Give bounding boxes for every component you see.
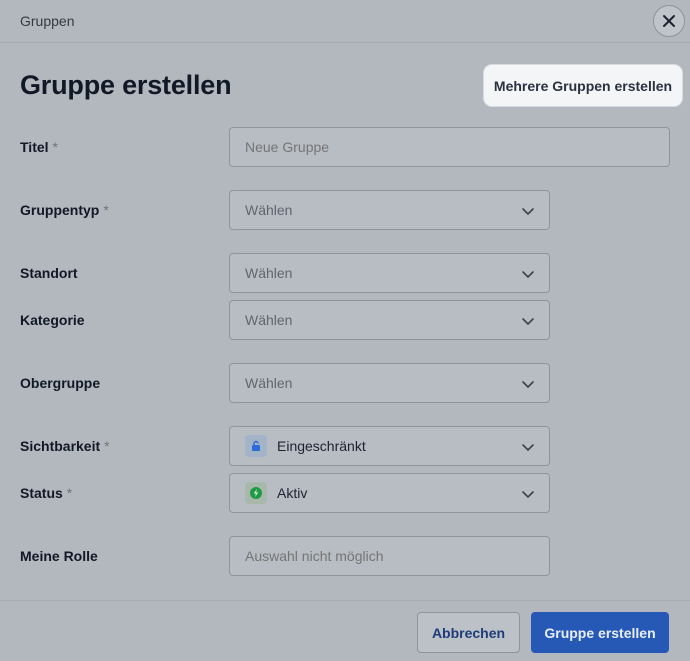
obergruppe-select-value: Wählen bbox=[245, 375, 293, 391]
gruppentyp-label-text: Gruppentyp bbox=[20, 202, 100, 218]
bolt-icon bbox=[245, 482, 267, 504]
status-select-value: Aktiv bbox=[277, 485, 308, 501]
chevron-down-icon bbox=[522, 318, 534, 326]
sichtbarkeit-select-value: Eingeschränkt bbox=[277, 438, 366, 454]
required-marker: * bbox=[103, 202, 109, 218]
create-multiple-groups-button[interactable]: Mehrere Gruppen erstellen bbox=[484, 65, 682, 106]
page-title: Gruppe erstellen bbox=[20, 70, 232, 100]
kategorie-select-value: Wählen bbox=[245, 312, 293, 328]
chevron-down-icon bbox=[522, 491, 534, 499]
status-select[interactable]: Aktiv bbox=[229, 473, 550, 513]
lock-icon bbox=[245, 435, 267, 457]
standort-select[interactable]: Wählen bbox=[229, 253, 550, 293]
sichtbarkeit-select[interactable]: Eingeschränkt bbox=[229, 426, 550, 466]
cancel-button[interactable]: Abbrechen bbox=[417, 612, 520, 653]
gruppentyp-select-value: Wählen bbox=[245, 202, 293, 218]
create-group-button[interactable]: Gruppe erstellen bbox=[531, 612, 669, 653]
kategorie-label: Kategorie bbox=[20, 312, 85, 328]
kategorie-select[interactable]: Wählen bbox=[229, 300, 550, 340]
close-icon bbox=[663, 15, 675, 27]
required-marker: * bbox=[104, 438, 110, 454]
chevron-down-icon bbox=[522, 271, 534, 279]
modal-header: Gruppen bbox=[0, 0, 690, 43]
standort-select-value: Wählen bbox=[245, 265, 293, 281]
modal-header-title: Gruppen bbox=[20, 13, 75, 29]
titel-label: Titel * bbox=[20, 139, 58, 155]
titel-label-text: Titel bbox=[20, 139, 49, 155]
sichtbarkeit-label: Sichtbarkeit * bbox=[20, 438, 110, 454]
required-marker: * bbox=[52, 139, 58, 155]
gruppentyp-select[interactable]: Wählen bbox=[229, 190, 550, 230]
chevron-down-icon bbox=[522, 381, 534, 389]
sichtbarkeit-label-text: Sichtbarkeit bbox=[20, 438, 101, 454]
status-label-text: Status bbox=[20, 485, 63, 501]
obergruppe-label: Obergruppe bbox=[20, 375, 101, 391]
chevron-down-icon bbox=[522, 208, 534, 216]
meine-rolle-label: Meine Rolle bbox=[20, 548, 98, 564]
status-label: Status * bbox=[20, 485, 72, 501]
titel-input[interactable] bbox=[229, 127, 670, 167]
gruppentyp-label: Gruppentyp * bbox=[20, 202, 109, 218]
chevron-down-icon bbox=[522, 444, 534, 452]
meine-rolle-input bbox=[229, 536, 550, 576]
required-marker: * bbox=[66, 485, 73, 501]
modal-footer: Abbrechen Gruppe erstellen bbox=[0, 600, 690, 661]
standort-label: Standort bbox=[20, 265, 78, 281]
close-button[interactable] bbox=[653, 5, 685, 37]
obergruppe-select[interactable]: Wählen bbox=[229, 363, 550, 403]
